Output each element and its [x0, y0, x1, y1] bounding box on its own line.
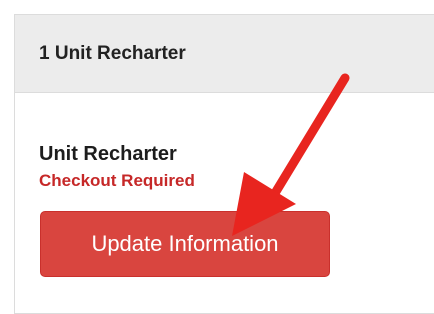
checkout-status: Checkout Required — [39, 171, 195, 190]
panel-header: 1 Unit Recharter — [15, 15, 434, 93]
update-information-button[interactable]: Update Information — [40, 211, 330, 277]
panel-title: 1 Unit Recharter — [39, 42, 186, 64]
item-name: Unit Recharter — [39, 143, 177, 165]
unit-recharter-panel: 1 Unit Recharter Unit Recharter Checkout… — [14, 14, 434, 314]
